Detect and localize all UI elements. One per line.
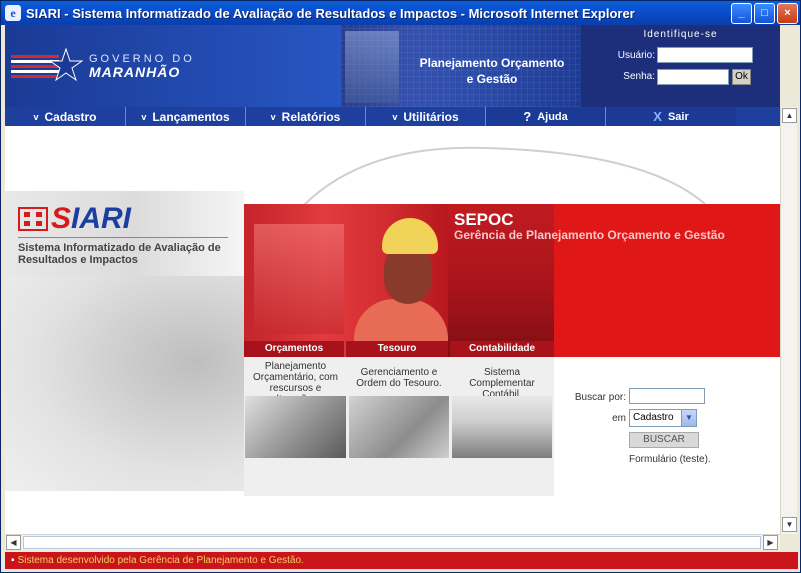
search-input[interactable] xyxy=(629,388,705,404)
menu-lancamentos[interactable]: v Lançamentos xyxy=(126,107,246,126)
siari-photo xyxy=(5,276,244,491)
menu-label: Sair xyxy=(667,110,689,123)
orcamentos-image[interactable] xyxy=(245,396,346,458)
main-menu: v Cadastro v Lançamentos v Relatórios v … xyxy=(5,107,780,126)
menu-utilitarios[interactable]: v Utilitários xyxy=(366,107,486,126)
siari-logo: SIARI xyxy=(51,202,132,235)
tab-contabilidade[interactable]: Contabilidade xyxy=(450,341,554,357)
window-title: SIARI - Sistema Informatizado de Avaliaç… xyxy=(26,5,635,21)
menu-label: Ajuda xyxy=(537,110,568,123)
horizontal-scrollbar[interactable]: ◀ ▶ xyxy=(5,534,780,550)
contabilidade-description: Sistema Complementar Contábil. xyxy=(469,367,535,400)
tab-orcamentos[interactable]: Orçamentos xyxy=(244,341,344,357)
header-caption: Planejamento Orçamento e Gestão xyxy=(419,56,565,86)
status-icon: ▪ xyxy=(11,555,15,566)
status-bar: ▪ Sistema desenvolvido pela Gerência de P… xyxy=(5,552,798,569)
status-text: Sistema desenvolvido pela Gerência de Pl… xyxy=(17,555,304,566)
login-panel: Identifique-se xyxy=(581,25,780,107)
login-ok-button[interactable]: Ok xyxy=(732,69,751,85)
close-window-button[interactable]: × xyxy=(777,2,798,24)
tab-tesouro[interactable]: Tesouro xyxy=(346,341,448,357)
search-category-value: Cadastro xyxy=(633,412,674,423)
menu-cadastro[interactable]: v Cadastro xyxy=(5,107,126,126)
password-label: Senha: xyxy=(623,71,655,82)
menu-relatorios[interactable]: v Relatórios xyxy=(246,107,366,126)
sepoc-title: SEPOC xyxy=(454,210,514,229)
page-content: SIARI Sistema Informatizado de Avaliação… xyxy=(5,126,780,534)
sepoc-photo xyxy=(244,204,448,357)
menu-label: Cadastro xyxy=(44,109,97,124)
menu-label: Utilitários xyxy=(403,109,459,124)
scroll-right-icon[interactable]: ▶ xyxy=(763,535,778,550)
siari-description: Sistema Informatizado de Avaliação de Re… xyxy=(18,242,221,266)
orcamentos-description: Planejamento Orçamentário, com rescursos… xyxy=(252,361,339,405)
siari-logo-icon xyxy=(18,207,48,231)
contabilidade-image[interactable] xyxy=(452,396,552,458)
password-input[interactable] xyxy=(657,69,729,85)
search-label: Buscar por: xyxy=(574,392,626,403)
siari-panel: SIARI Sistema Informatizado de Avaliação… xyxy=(5,191,244,491)
scroll-down-icon[interactable]: ▼ xyxy=(782,517,797,532)
search-category-select[interactable]: Cadastro ▼ xyxy=(629,409,697,427)
minimize-button[interactable]: _ xyxy=(731,2,752,24)
scroll-up-icon[interactable]: ▲ xyxy=(782,108,797,123)
login-title: Identifique-se xyxy=(643,29,718,40)
menu-sair[interactable]: X Sair xyxy=(606,107,736,126)
sepoc-subtitle: Gerência de Planejamento Orçamento e Ges… xyxy=(454,228,725,242)
chevron-down-icon: v xyxy=(392,111,398,122)
site-header: GOVERNO DO MARANHÃO Planejamento Orçamen… xyxy=(5,25,780,107)
gov-line2: MARANHÃO xyxy=(89,64,181,80)
ie-icon: e xyxy=(5,5,21,21)
menu-ajuda[interactable]: ? Ajuda xyxy=(486,107,606,126)
tesouro-description: Gerenciamento e Ordem do Tesouro. xyxy=(356,367,442,389)
sepoc-banner xyxy=(554,204,780,357)
search-in-label: em xyxy=(612,413,626,424)
browser-window: e SIARI - Sistema Informatizado de Avali… xyxy=(0,0,801,573)
help-icon: ? xyxy=(523,109,532,124)
tesouro-image[interactable] xyxy=(349,396,449,458)
username-label: Usuário: xyxy=(617,50,655,61)
scroll-thumb[interactable] xyxy=(23,536,761,549)
title-bar: e SIARI - Sistema Informatizado de Avali… xyxy=(1,1,800,25)
form-link[interactable]: Formulário (teste). xyxy=(629,454,711,465)
close-icon: X xyxy=(653,109,662,124)
maranhao-flag-icon xyxy=(11,47,83,82)
chevron-down-icon: v xyxy=(141,111,147,122)
chevron-down-icon[interactable]: ▼ xyxy=(681,410,696,426)
menu-label: Lançamentos xyxy=(152,109,230,124)
government-banner: GOVERNO DO MARANHÃO xyxy=(5,25,341,107)
username-input[interactable] xyxy=(657,47,753,63)
menu-label: Relatórios xyxy=(281,109,341,124)
maximize-button[interactable]: □ xyxy=(754,2,775,24)
scroll-left-icon[interactable]: ◀ xyxy=(6,535,21,550)
search-button[interactable]: BUSCAR xyxy=(629,432,699,448)
vertical-scrollbar[interactable]: ▲ ▼ xyxy=(780,107,797,534)
chevron-down-icon: v xyxy=(33,111,39,122)
chevron-down-icon: v xyxy=(270,111,276,122)
